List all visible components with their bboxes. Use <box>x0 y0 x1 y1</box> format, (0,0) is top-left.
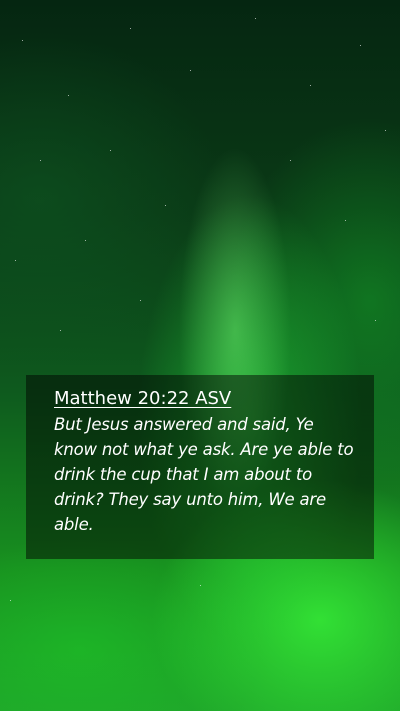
star <box>68 95 69 96</box>
star <box>345 220 346 221</box>
star <box>255 18 256 19</box>
star <box>140 300 141 301</box>
star <box>375 320 376 321</box>
star <box>10 600 11 601</box>
verse-text: But Jesus answered and said, Ye know not… <box>54 415 354 534</box>
star <box>190 70 191 71</box>
star <box>85 240 86 241</box>
star <box>60 330 61 331</box>
aurora-background <box>0 0 400 711</box>
star <box>15 260 16 261</box>
verse-card: Matthew 20:22 ASV But Jesus answered and… <box>26 375 374 559</box>
star <box>22 40 23 41</box>
star <box>200 585 201 586</box>
star <box>385 130 386 131</box>
star <box>110 150 111 151</box>
star <box>40 160 41 161</box>
star <box>360 45 361 46</box>
star <box>165 205 166 206</box>
star <box>130 28 131 29</box>
star <box>290 160 291 161</box>
verse-reference: Matthew 20:22 ASV <box>54 388 232 409</box>
star <box>310 85 311 86</box>
